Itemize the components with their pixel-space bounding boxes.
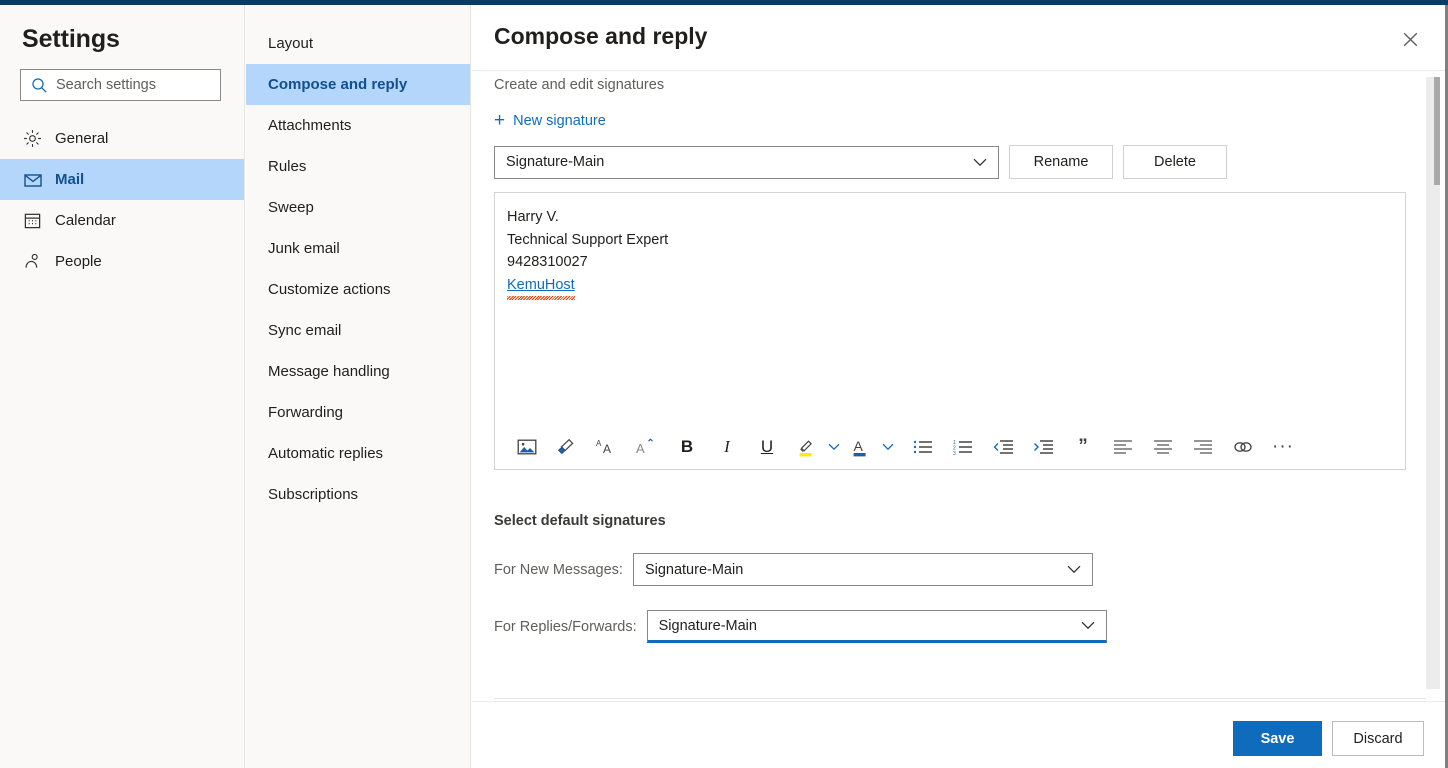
subnav-item-junk-email[interactable]: Junk email (246, 228, 470, 269)
create-signatures-label: Create and edit signatures (494, 77, 665, 93)
subnav-item-layout[interactable]: Layout (246, 23, 470, 64)
page-title: Compose and reply (494, 23, 708, 49)
signature-select-value: Signature-Main (506, 154, 605, 170)
chevron-down-icon (1081, 621, 1095, 630)
new-signature-label: New signature (513, 112, 606, 129)
detail-header: Compose and reply (472, 5, 1448, 71)
search-input[interactable] (56, 77, 206, 93)
default-replies-row: For Replies/Forwards: Signature-Main (494, 610, 1448, 643)
footer-divider (494, 698, 1426, 699)
font-color-icon[interactable]: A (845, 431, 877, 463)
subnav-item-forwarding[interactable]: Forwarding (246, 392, 470, 433)
highlight-chevron-down-icon[interactable] (823, 431, 845, 463)
new-messages-signature-value: Signature-Main (644, 561, 744, 578)
for-replies-forwards-label: For Replies/Forwards: (494, 618, 637, 635)
delete-button[interactable]: Delete (1123, 145, 1227, 179)
subnav-item-sweep[interactable]: Sweep (246, 187, 470, 228)
insert-link-icon[interactable] (1227, 431, 1259, 463)
more-options-icon[interactable]: ··· (1267, 431, 1299, 463)
align-center-icon[interactable] (1147, 431, 1179, 463)
detail-scrollbar-thumb[interactable] (1434, 77, 1440, 185)
subnav-item-sync-email[interactable]: Sync email (246, 310, 470, 351)
signature-editor[interactable]: Harry V. Technical Support Expert 942831… (494, 192, 1406, 470)
insert-picture-icon[interactable] (511, 431, 543, 463)
dialog-footer: Save Discard (472, 701, 1448, 768)
signature-link-label: KemuHost (507, 276, 575, 293)
signature-selector-row: Signature-Main Rename Delete (494, 145, 1448, 179)
bulleted-list-icon[interactable] (907, 431, 939, 463)
subnav-item-message-handling[interactable]: Message handling (246, 351, 470, 392)
sidebar-item-calendar[interactable]: Calendar (0, 200, 244, 241)
envelope-icon (23, 170, 49, 190)
subnav-item-attachments[interactable]: Attachments (246, 105, 470, 146)
subnav-item-automatic-replies[interactable]: Automatic replies (246, 433, 470, 474)
mail-subnav: Layout Compose and reply Attachments Rul… (246, 5, 471, 768)
quote-icon[interactable]: ” (1067, 431, 1099, 463)
align-left-icon[interactable] (1107, 431, 1139, 463)
calendar-icon (23, 211, 49, 230)
replies-signature-value: Signature-Main (658, 617, 757, 634)
svg-text:3: 3 (953, 451, 956, 455)
detail-body: Create and edit signatures + New signatu… (472, 72, 1448, 699)
decrease-indent-icon[interactable] (987, 431, 1019, 463)
settings-sidebar: Settings General (0, 5, 245, 768)
sidebar-item-label: Mail (55, 171, 85, 188)
person-icon (23, 252, 49, 271)
formatting-toolbar: A A A B I U A 1 2 3 ” ··· (495, 425, 1405, 469)
sidebar-item-label: Calendar (55, 212, 116, 229)
signature-link[interactable]: KemuHost (507, 274, 575, 300)
signature-line-phone: 9428310027 (507, 254, 588, 270)
signature-editor-content[interactable]: Harry V. Technical Support Expert 942831… (495, 193, 1405, 300)
subnav-item-customize-actions[interactable]: Customize actions (246, 269, 470, 310)
signature-line-title: Technical Support Expert (507, 231, 669, 248)
settings-dialog: Settings General (0, 0, 1448, 768)
detail-scrollbar-track[interactable] (1426, 77, 1440, 689)
align-right-icon[interactable] (1187, 431, 1219, 463)
search-icon (31, 77, 48, 94)
sidebar-item-people[interactable]: People (0, 241, 244, 282)
format-painter-icon[interactable] (551, 431, 583, 463)
bold-icon[interactable]: B (671, 431, 703, 463)
svg-text:A: A (596, 439, 602, 448)
for-new-messages-label: For New Messages: (494, 561, 623, 578)
discard-button[interactable]: Discard (1332, 721, 1424, 756)
subnav-item-rules[interactable]: Rules (246, 146, 470, 187)
signature-line-name: Harry V. (507, 209, 559, 225)
sidebar-item-label: People (55, 253, 102, 270)
sidebar-item-general[interactable]: General (0, 118, 244, 159)
subnav-item-subscriptions[interactable]: Subscriptions (246, 474, 470, 515)
new-signature-button[interactable]: + New signature (494, 111, 606, 130)
select-default-signatures-label: Select default signatures (494, 513, 666, 529)
subnav-item-compose-and-reply[interactable]: Compose and reply (246, 64, 470, 105)
settings-category-list: General Mail Calendar People (0, 118, 244, 282)
chevron-down-icon (1067, 565, 1081, 574)
font-color-chevron-down-icon[interactable] (877, 431, 899, 463)
svg-text:A: A (636, 441, 645, 456)
new-messages-signature-select[interactable]: Signature-Main (632, 553, 1093, 586)
signature-select[interactable]: Signature-Main (494, 145, 999, 179)
gear-icon (23, 129, 49, 148)
default-new-messages-row: For New Messages: Signature-Main (494, 553, 1448, 586)
highlight-color-icon[interactable] (791, 431, 823, 463)
plus-icon: + (494, 110, 506, 131)
replies-signature-select[interactable]: Signature-Main (646, 610, 1107, 643)
numbered-list-icon[interactable]: 1 2 3 (947, 431, 979, 463)
spellcheck-underline-icon (507, 296, 575, 300)
sidebar-item-label: General (55, 130, 109, 147)
sidebar-item-mail[interactable]: Mail (0, 159, 244, 200)
italic-icon[interactable]: I (711, 431, 743, 463)
save-button[interactable]: Save (1233, 721, 1322, 756)
rename-button[interactable]: Rename (1009, 145, 1113, 179)
settings-title: Settings (22, 25, 120, 53)
svg-text:A: A (854, 438, 864, 454)
shrink-font-icon[interactable]: A (631, 431, 663, 463)
grow-font-icon[interactable]: A A (591, 431, 623, 463)
chevron-down-icon (973, 158, 987, 167)
increase-indent-icon[interactable] (1027, 431, 1059, 463)
search-settings-box[interactable] (20, 69, 221, 101)
underline-icon[interactable]: U (751, 431, 783, 463)
svg-text:A: A (603, 442, 611, 456)
detail-pane: Compose and reply Create and edit signat… (472, 5, 1448, 768)
close-icon[interactable] (1394, 23, 1426, 55)
